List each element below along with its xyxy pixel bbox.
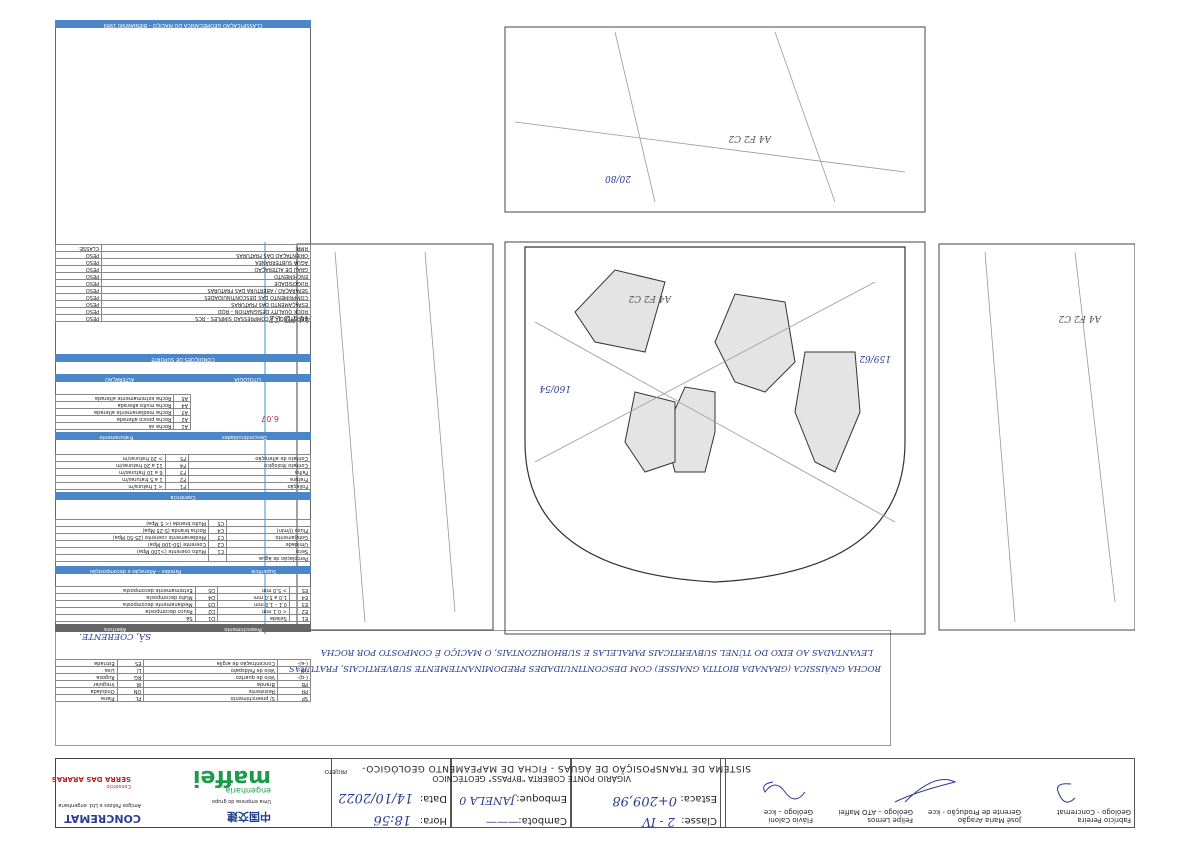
client-sub: Amigos Felizes e Ltd. engenharia	[58, 802, 141, 808]
preenchimento-table: SP S/ preenchimento PL Plana PR Resistente ON…	[55, 659, 311, 702]
alteracao-table: A1 Rocha sã A2 Rocha pouco alterada A3 Roch…	[55, 394, 191, 430]
classe-result-label: CLASSE:	[55, 244, 102, 252]
annotation-4: A4 F2 C2	[728, 133, 771, 143]
superficie-table: E1 Selada D1 Sã E2 < 0,1 mm D2 Pouco decompost…	[55, 586, 311, 622]
hora-value: 18:56	[373, 812, 411, 827]
emboque-value: JANELA 0	[459, 794, 515, 807]
classification-title: CLASSIFICAÇÃO GEOMECÂNICA DO MACIÇO – BI…	[55, 20, 311, 28]
fraturamento-title: Fraturamento	[99, 434, 134, 440]
projeto-line2: VIGÁRIO PONTE COBERTA "BYPASS" GEOTÉCNIC…	[432, 774, 631, 783]
wall-panel-left	[938, 243, 1135, 631]
coerencia-bar: Coerência	[55, 492, 311, 500]
camboto-label: Cambota:	[518, 815, 567, 826]
class-row: ROCK QUALITY DESIGNATION – RQD	[101, 307, 311, 315]
preenchimento-title: Preenchimento	[224, 626, 262, 632]
fraturamento-table: Foliação F1 < 1 fratura/m Fratura F2 1 a 5 f…	[55, 454, 311, 490]
class-row: ENCHIMENTO	[101, 272, 311, 280]
maffei-logo: maffei	[192, 765, 271, 790]
classe-label: Classe:	[681, 815, 717, 826]
partner-sub: Uma empresa do grupo	[211, 798, 271, 804]
data-value: 14/10/2022	[338, 790, 413, 805]
description-line1: ROCHA GNÁISSICA (GRANADA BIOTITA GNAISSE…	[288, 663, 881, 673]
paredes-title: Paredes – Alteração e decomposição	[89, 568, 182, 574]
alteracao-bar: LITOLOGIA ALTERAÇÃO	[55, 374, 311, 382]
hora-label: Hora:	[419, 815, 447, 826]
class-row: ORIENTAÇÃO DAS FRATURAS	[101, 251, 311, 259]
classification-table: RESISTÊNCIA À COMPRESSÃO SIMPLES – RCS PE…	[55, 244, 311, 322]
sig1-name: Flávio Caloni	[768, 816, 813, 824]
class-row: RESISTÊNCIA À COMPRESSÃO SIMPLES – RCS	[101, 314, 311, 322]
description-line2: LEVANTADAS AO EIXO DO TÚNEL SUBVERTICAIS…	[320, 647, 873, 657]
class-row: ÁGUA SUBTERRÂNEA	[101, 258, 311, 266]
signature-scribbles	[763, 779, 1076, 803]
fraturamento-bar: Descontinuidades Fraturamento	[55, 432, 311, 440]
mapping-sheet: CONCREMAT Amigos Felizes e Ltd. engenhar…	[0, 0, 1191, 842]
litologia-title: LITOLOGIA	[234, 376, 261, 382]
annotation-1: A4 F2 C2	[1058, 313, 1101, 323]
projeto-line1: SISTEMA DE TRANSPOSIÇÃO DE ÁGUAS - FICHA…	[361, 763, 751, 773]
data-label: Data:	[419, 793, 447, 804]
sig2-name: Felipe Lemos	[867, 816, 913, 824]
classe-value: 2 - IV	[642, 815, 675, 829]
projeto-label: PROJETO:	[323, 768, 347, 774]
sig3-name: José Maria Aragão	[957, 816, 1021, 824]
class-row: GRAU DE ALTERAÇÃO	[101, 265, 311, 273]
maffei-sub: engenharia	[225, 786, 271, 795]
annotation-2: A4 F2 C2	[628, 293, 671, 303]
annotation-7: 20/80	[605, 173, 631, 183]
estaca-label: Estaca:	[680, 793, 717, 804]
partner-logo: 中国交建	[227, 810, 271, 823]
emboque-label: Emboque:	[516, 793, 567, 804]
rock-block	[574, 269, 666, 353]
superficie-bar: Superfície Paredes – Alteração e decompo…	[55, 566, 311, 574]
camboto-value: ———	[486, 816, 519, 829]
consortium-pre: Consórcio	[106, 783, 131, 789]
annotation-5: 160/54	[539, 383, 571, 393]
consortium-logo: SERRA DAS ARARAS	[51, 775, 131, 783]
abertura-title: Abertura	[104, 626, 127, 632]
rock-block	[794, 351, 861, 473]
rock-block	[624, 391, 676, 473]
face-panel	[504, 241, 926, 635]
crown-panel	[504, 26, 926, 213]
wall-panel-right	[296, 243, 494, 631]
rmr-label: RMR:	[101, 244, 311, 252]
class-row: RUGOSIDADE	[101, 279, 311, 287]
preenchimento-bar: Preenchimento Abertura	[55, 624, 311, 632]
class-row: ESPAÇAMENTO DAS FRATURAS	[101, 300, 311, 308]
client-logo: CONCREMAT	[64, 812, 141, 825]
coerencia-table: Percolação de água Seco C1 Muito coerente …	[55, 519, 311, 562]
class-row: COMPRIMENTO DAS DESCONTINUIDADES	[101, 293, 311, 301]
condicoes-bar: CONDIÇÕES DE SUPORTE	[55, 354, 311, 362]
class-row: SEPARAÇÃO / ABERTURA DAS FRATURAS	[101, 286, 311, 294]
estaca-value: 0+209,98	[612, 793, 677, 808]
descontinuidades-title: Descontinuidades	[222, 434, 267, 440]
rock-block	[714, 293, 796, 393]
logo-area: CONCREMAT Amigos Felizes e Ltd. engenhar…	[51, 758, 331, 828]
sig4-name: Fabrício Pereira	[1077, 816, 1131, 824]
alteracao-title: ALTERAÇÃO	[105, 376, 135, 382]
superficie-title: Superfície	[251, 568, 277, 574]
annotation-6: 159/62	[859, 353, 891, 363]
